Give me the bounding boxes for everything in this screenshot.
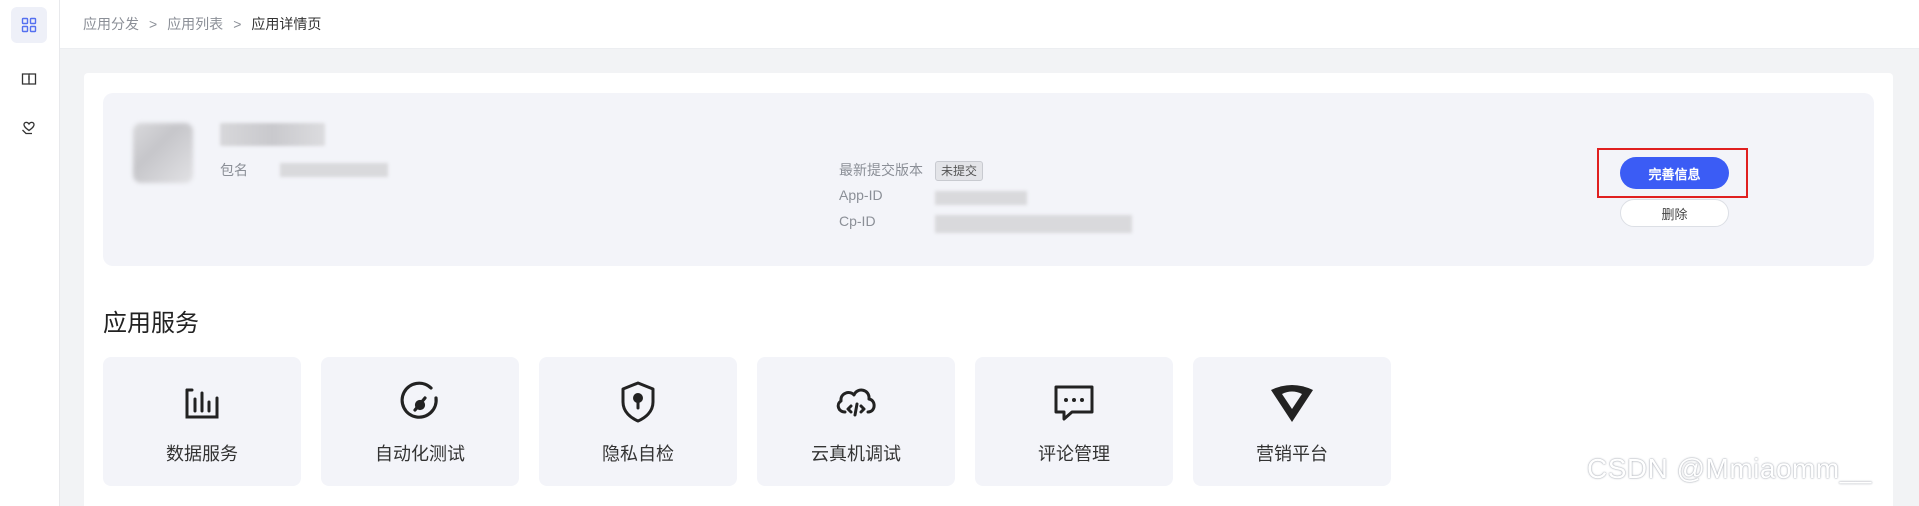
gauge-icon (400, 381, 438, 419)
book-icon (21, 73, 37, 85)
app-info-card: 包名 最新提交版本 未提交 App-ID Cp-ID 完善信息 删除 (103, 93, 1874, 266)
breadcrumb-separator: > (149, 16, 158, 32)
service-label: 云真机调试 (811, 444, 901, 464)
breadcrumb-item-app-list[interactable]: 应用列表 (167, 14, 223, 34)
cp-id-label: Cp-ID (839, 213, 876, 229)
shield-lock-icon (621, 381, 655, 423)
service-label: 营销平台 (1256, 444, 1328, 464)
complete-info-button[interactable]: 完善信息 (1620, 157, 1729, 189)
bar-chart-icon (185, 388, 219, 419)
watermark-text: CSDN @Mmiaomm__ (1587, 453, 1872, 484)
side-rail (0, 0, 60, 506)
service-privacy-check[interactable]: 隐私自检 (539, 357, 737, 486)
service-cloud-debug[interactable]: 云真机调试 (757, 357, 955, 486)
main-panel: 包名 最新提交版本 未提交 App-ID Cp-ID 完善信息 删除 应用服务 … (84, 73, 1893, 506)
service-label: 数据服务 (166, 444, 238, 464)
rail-heart-button[interactable] (11, 109, 47, 145)
delete-button[interactable]: 删除 (1620, 199, 1729, 227)
service-label: 自动化测试 (375, 444, 465, 464)
package-label: 包名 (220, 162, 248, 178)
marketing-v-icon (1271, 385, 1313, 422)
breadcrumb-item-current: 应用详情页 (251, 16, 322, 32)
service-label: 隐私自检 (602, 444, 674, 464)
app-id-value-blurred (935, 191, 1027, 205)
heart-hand-icon (22, 121, 35, 135)
breadcrumb-separator: > (233, 16, 242, 32)
comment-icon (1054, 385, 1094, 421)
service-label: 评论管理 (1038, 444, 1110, 464)
grid-icon (21, 17, 37, 33)
app-id-label: App-ID (839, 187, 883, 203)
app-name-blurred (220, 123, 325, 146)
breadcrumb: 应用分发 > 应用列表 > 应用详情页 (60, 0, 1919, 49)
latest-version-label: 最新提交版本 (839, 162, 923, 178)
package-value-blurred (280, 163, 388, 177)
service-marketing[interactable]: 营销平台 (1193, 357, 1391, 486)
service-data[interactable]: 数据服务 (103, 357, 301, 486)
services-title: 应用服务 (103, 310, 199, 337)
breadcrumb-item-distribution[interactable]: 应用分发 (83, 14, 139, 34)
cloud-code-icon (836, 388, 876, 417)
service-auto-test[interactable]: 自动化测试 (321, 357, 519, 486)
cp-id-value-blurred (935, 215, 1132, 233)
app-icon-blurred (133, 123, 193, 183)
service-comments[interactable]: 评论管理 (975, 357, 1173, 486)
rail-grid-button[interactable] (11, 7, 47, 43)
rail-book-button[interactable] (11, 61, 47, 97)
status-badge: 未提交 (935, 161, 984, 181)
